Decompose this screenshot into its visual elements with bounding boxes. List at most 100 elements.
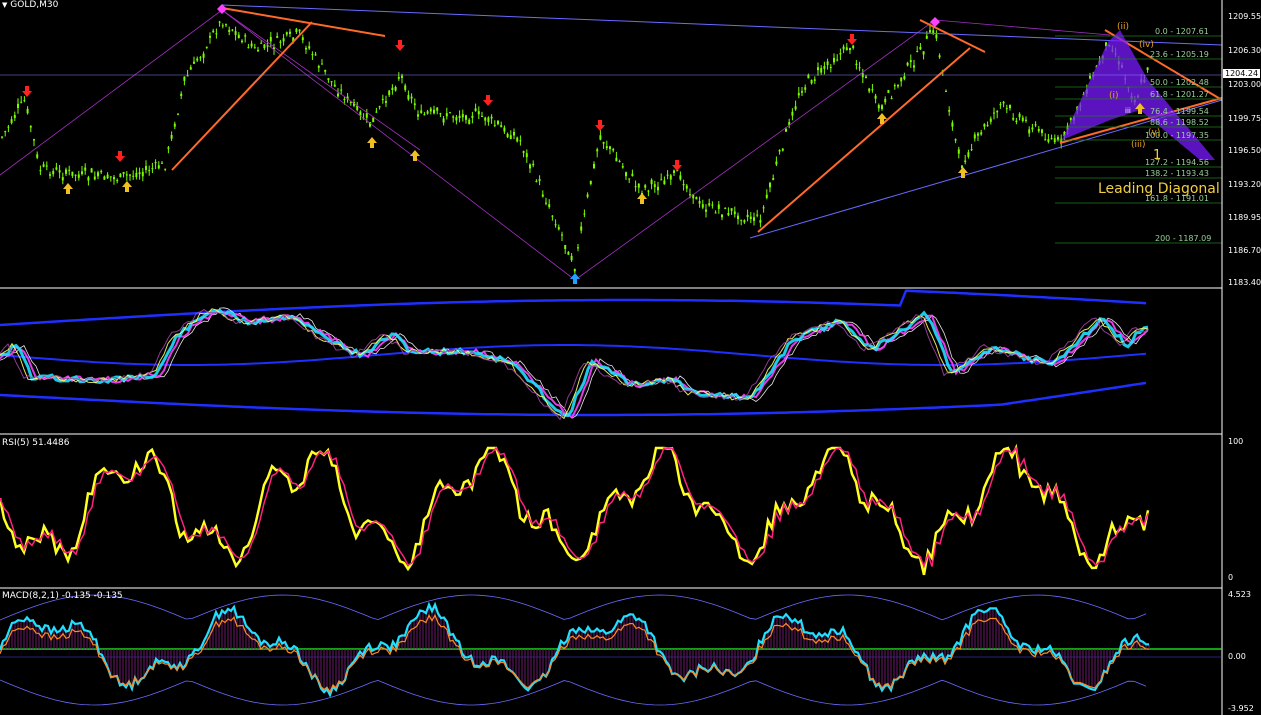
macd-panel[interactable] — [0, 594, 1222, 706]
candle-body — [612, 149, 615, 151]
candle-body — [26, 108, 29, 114]
upper-envelope — [0, 289, 1147, 327]
candle-body — [554, 224, 557, 226]
candle-body — [257, 49, 259, 52]
candle-body — [938, 55, 941, 58]
candle-body — [698, 201, 701, 204]
candle-body — [68, 169, 71, 171]
current-price-tag: 1204.24 — [1223, 69, 1261, 78]
macd-main-line — [0, 601, 1150, 698]
candle-body — [295, 28, 298, 33]
chart-canvas[interactable] — [0, 0, 1261, 715]
candle-body — [778, 150, 781, 152]
candle-body — [810, 80, 813, 84]
candle-body — [685, 185, 688, 189]
candle-body — [106, 174, 109, 179]
candle-body — [909, 60, 912, 63]
candlestick-series — [1, 20, 1149, 274]
candle-body — [762, 207, 765, 209]
candle-body — [529, 164, 531, 169]
candle-body — [385, 101, 387, 103]
candle-body — [471, 115, 474, 118]
fib-level-label: 50.0 - 1202.48 — [1150, 78, 1209, 87]
candle-body — [97, 172, 99, 177]
wave-label-iii: (iii) — [1131, 140, 1146, 150]
candle-body — [1031, 127, 1034, 130]
candle-body — [637, 183, 640, 188]
candle-body — [650, 179, 653, 185]
price-axis-label: 1209.55 — [1228, 12, 1261, 21]
candle-body — [87, 177, 90, 181]
candle-body — [417, 114, 419, 117]
candle-body — [849, 47, 851, 51]
candle-body — [474, 108, 477, 111]
candle-body — [36, 154, 39, 158]
candle-body — [721, 214, 723, 218]
candle-body — [455, 117, 458, 121]
wave-label-small-iii: iii — [1125, 107, 1131, 115]
rsi-panel[interactable] — [0, 443, 1150, 576]
candle-body — [977, 133, 979, 136]
candle-body — [458, 115, 461, 119]
candle-body — [269, 36, 272, 42]
up-arrow-icon — [410, 150, 420, 161]
candle-body — [7, 126, 10, 128]
candle-body — [695, 197, 698, 200]
trendlines[interactable] — [0, 4, 1223, 281]
macd-label: MACD(8,2,1) -0.135 -0.135 — [2, 591, 123, 601]
candle-body — [541, 194, 544, 197]
candle-body — [61, 177, 64, 181]
candle-body — [308, 46, 311, 49]
candle-body — [945, 90, 947, 92]
candle-body — [337, 93, 339, 97]
triangle-down-icon[interactable]: ▼ — [2, 1, 7, 9]
candle-body — [116, 179, 119, 182]
wave-label-v: (v) — [1148, 128, 1161, 138]
price-panel[interactable] — [0, 4, 1223, 284]
macd-axis-max: 4.523 — [1228, 590, 1251, 599]
candle-body — [884, 98, 887, 103]
wave-label-i: (i) — [1109, 91, 1119, 101]
candle-body — [1089, 75, 1091, 79]
candle-body — [791, 111, 794, 116]
trendline — [919, 19, 986, 53]
candle-body — [631, 173, 634, 176]
candle-body — [228, 29, 231, 32]
candle-body — [714, 212, 717, 214]
candle-body — [621, 166, 624, 168]
candle-body — [983, 123, 986, 127]
candle-body — [973, 134, 976, 139]
candle-body — [378, 106, 381, 108]
candle-body — [289, 31, 291, 34]
candle-body — [231, 29, 234, 31]
candle-body — [769, 182, 771, 188]
fib-level-label: 61.8 - 1201.27 — [1150, 90, 1209, 99]
zigzag-line — [221, 9, 421, 151]
candle-body — [330, 81, 333, 83]
candle-body — [797, 92, 800, 96]
candle-body — [154, 162, 157, 164]
price-axis-label: 1193.20 — [1228, 180, 1261, 189]
candle-body — [756, 214, 759, 216]
candle-body — [724, 207, 727, 209]
candle-body — [125, 174, 128, 176]
up-arrow-icon — [570, 273, 580, 284]
trendline — [171, 21, 313, 171]
candle-body — [823, 66, 826, 69]
candle-body — [743, 220, 746, 223]
candle-body — [173, 123, 176, 127]
down-arrow-icon — [595, 120, 605, 131]
candle-body — [81, 171, 83, 175]
candle-body — [871, 89, 874, 91]
macd-axis-zero: 0.00 — [1228, 652, 1246, 661]
candle-body — [711, 204, 714, 206]
candle-body — [58, 170, 61, 173]
candle-body — [727, 212, 730, 216]
candle-body — [484, 117, 487, 121]
fib-level-label: 138.2 - 1193.43 — [1145, 169, 1209, 178]
candle-body — [237, 34, 240, 39]
candle-body — [317, 66, 320, 68]
candle-body — [74, 174, 77, 176]
envelope-indicator-panel[interactable] — [0, 289, 1149, 421]
candle-body — [548, 204, 551, 208]
